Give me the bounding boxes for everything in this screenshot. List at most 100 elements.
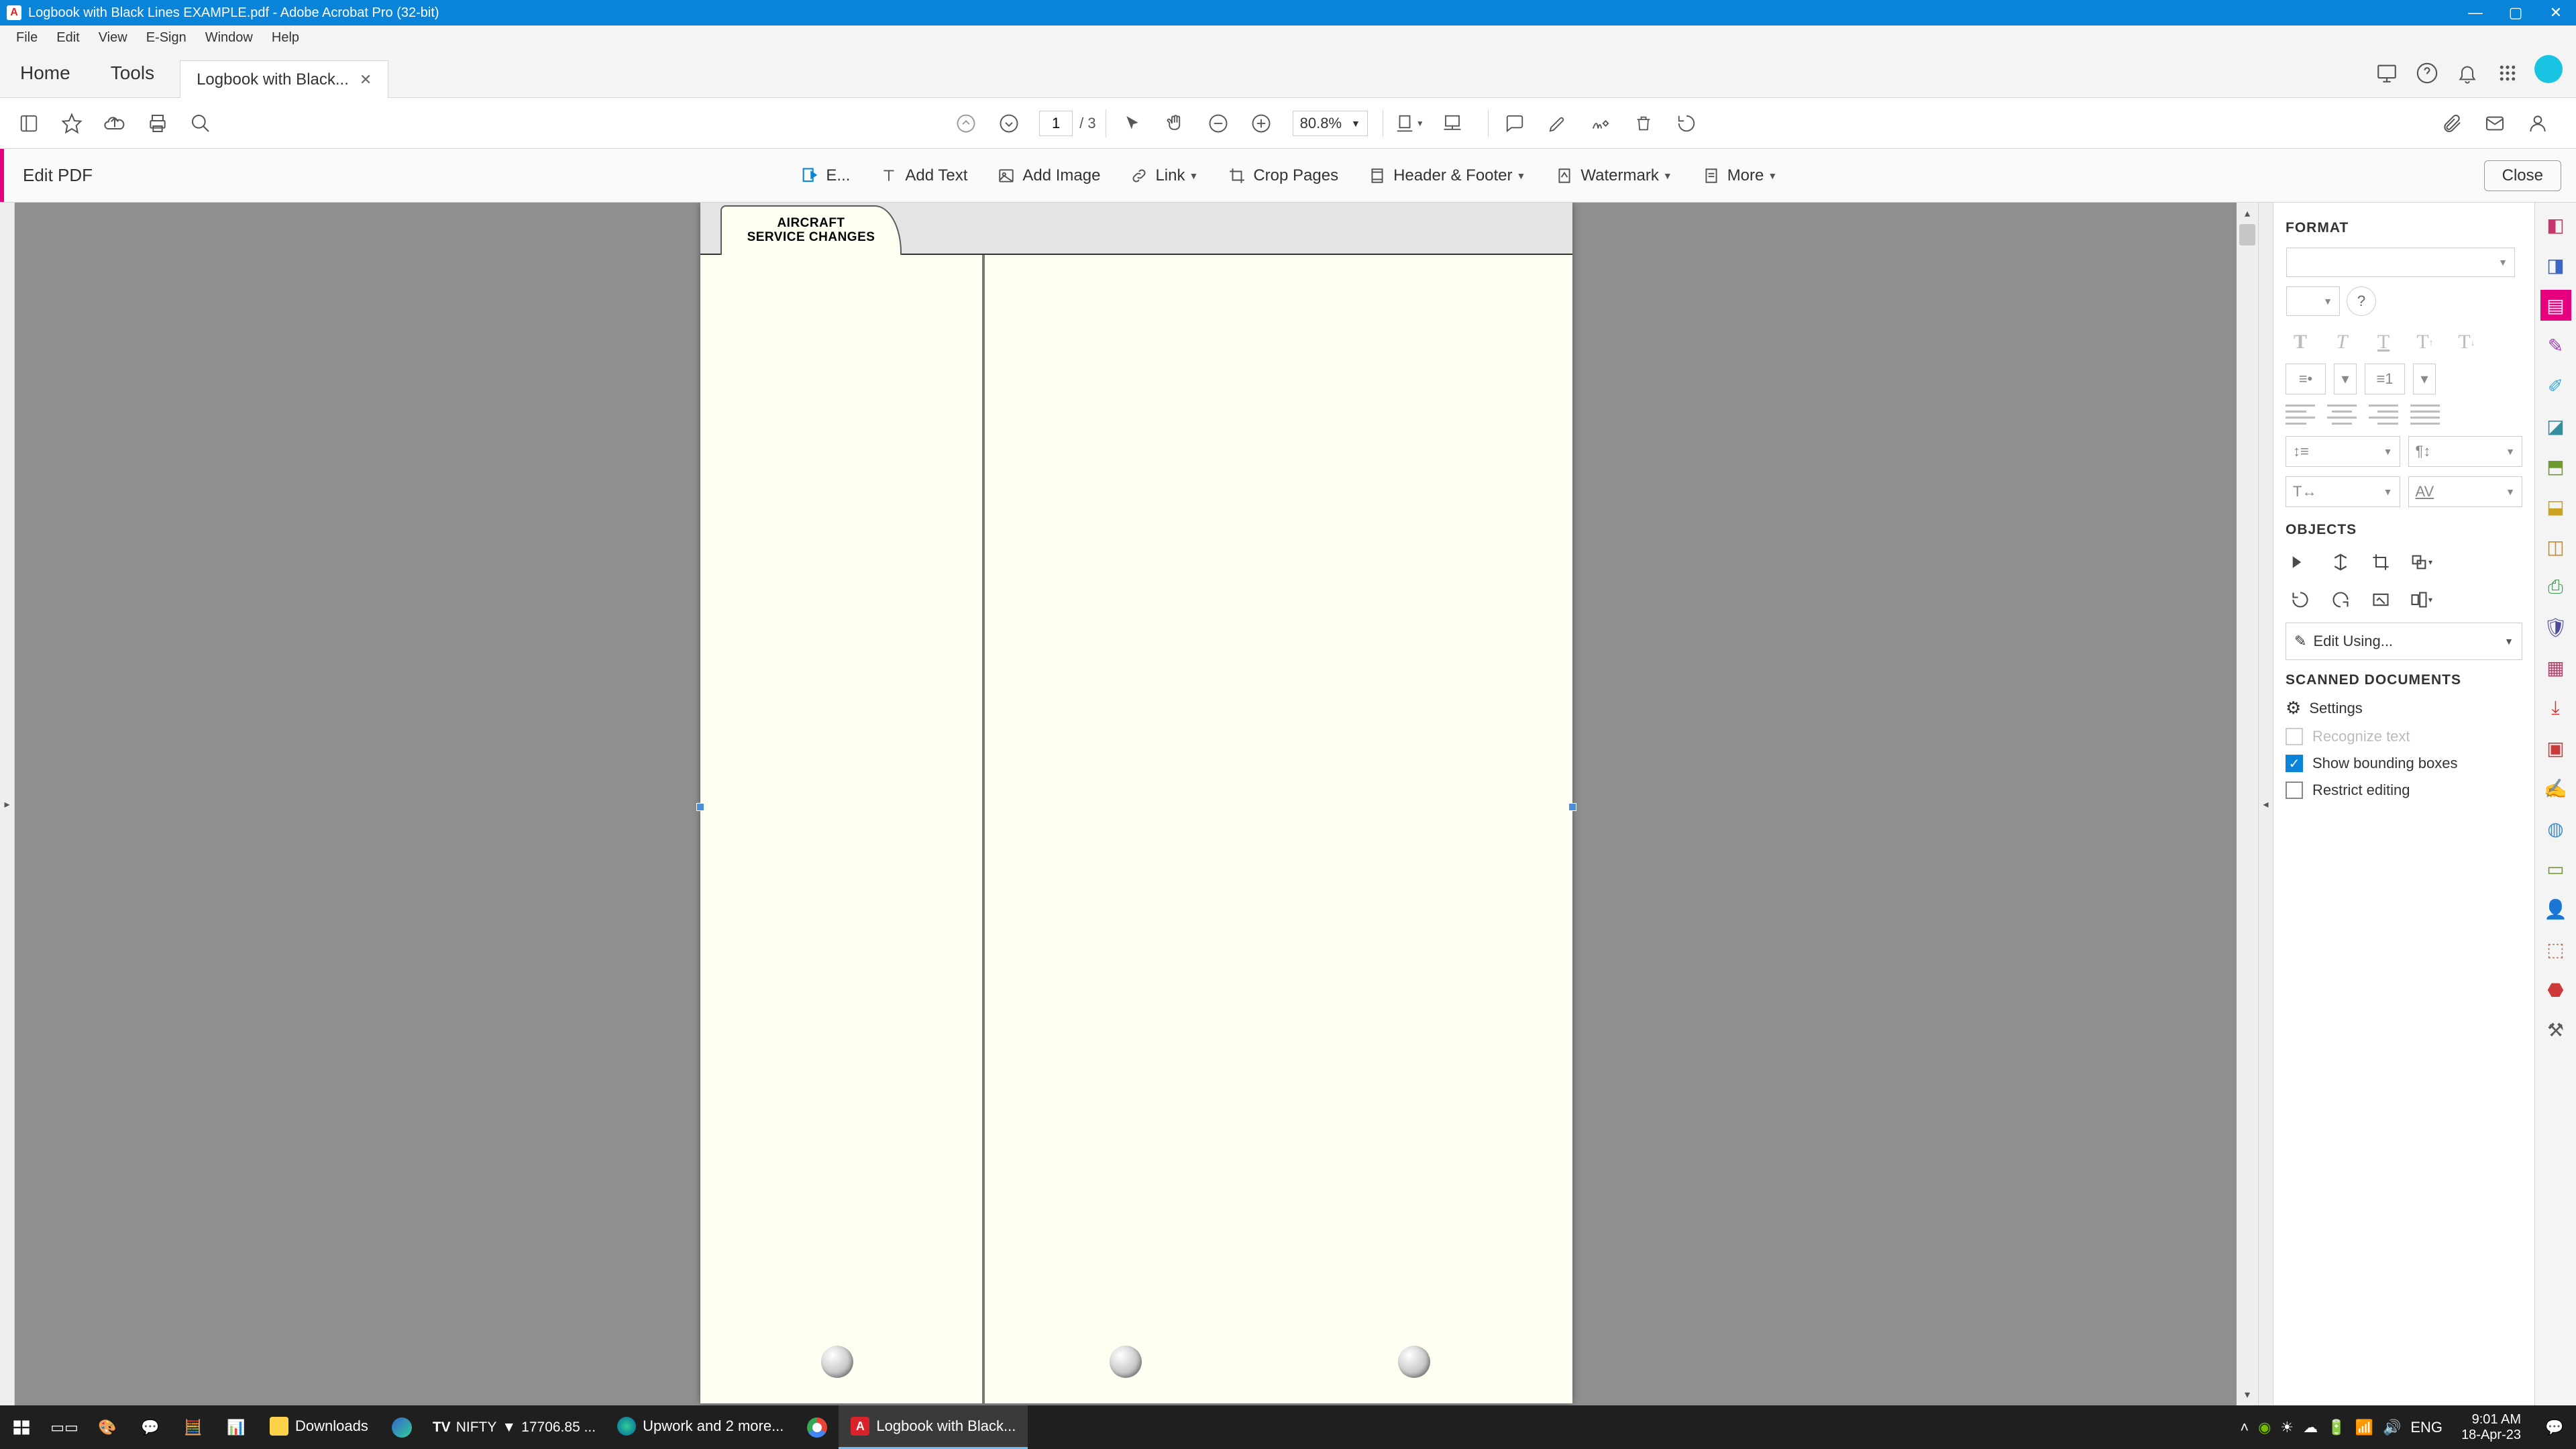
hand-icon[interactable]: [1159, 107, 1192, 140]
attach-icon[interactable]: [2435, 107, 2469, 140]
page-down-icon[interactable]: [992, 107, 1026, 140]
taskbar-app-3[interactable]: 🧮: [172, 1405, 215, 1449]
rotate-icon[interactable]: [1670, 107, 1703, 140]
taskbar-stock-widget[interactable]: TVNIFTY▼17706.85 ...: [423, 1419, 605, 1436]
bold-button[interactable]: T: [2286, 327, 2315, 357]
comment-icon[interactable]: [1498, 107, 1532, 140]
selection-handle-right[interactable]: [1568, 803, 1576, 811]
char-spacing-dropdown[interactable]: AV▼: [2408, 476, 2523, 507]
taskbar-app-4[interactable]: 📊: [215, 1405, 258, 1449]
menu-view[interactable]: View: [89, 25, 137, 50]
underline-button[interactable]: T: [2369, 327, 2398, 357]
rail-tool-19[interactable]: ⬚: [2540, 934, 2571, 965]
close-edit-button[interactable]: Close: [2484, 160, 2561, 191]
align-justify-button[interactable]: [2410, 402, 2440, 427]
vertical-scrollbar[interactable]: ▴ ▾: [2237, 203, 2258, 1405]
rail-tool-11[interactable]: 🛡: [2540, 612, 2571, 643]
page-display-icon[interactable]: [1436, 107, 1469, 140]
italic-button[interactable]: T: [2327, 327, 2357, 357]
rail-tool-12[interactable]: ▦: [2540, 652, 2571, 683]
add-text-button[interactable]: Add Text: [867, 158, 979, 193]
menu-esign[interactable]: E-Sign: [137, 25, 196, 50]
rail-tool-17[interactable]: ▭: [2540, 853, 2571, 884]
tray-volume-icon[interactable]: 🔊: [2383, 1419, 2401, 1436]
scroll-thumb[interactable]: [2239, 224, 2255, 246]
notifications-icon[interactable]: 💬: [2533, 1405, 2576, 1449]
close-window-button[interactable]: ✕: [2536, 0, 2576, 25]
mail-icon[interactable]: [2478, 107, 2512, 140]
align-objects-dropdown[interactable]: ▾: [2406, 585, 2436, 614]
menu-file[interactable]: File: [7, 25, 47, 50]
taskbar-upwork[interactable]: Upwork and 2 more...: [605, 1405, 796, 1449]
star-icon[interactable]: [55, 107, 89, 140]
tray-wifi-icon[interactable]: 📶: [2355, 1419, 2373, 1436]
taskbar-chrome-icon[interactable]: [796, 1405, 839, 1449]
subscript-button[interactable]: T↓: [2452, 327, 2481, 357]
watermark-button[interactable]: Watermark▼: [1543, 158, 1684, 193]
close-tab-icon[interactable]: ✕: [360, 71, 372, 89]
restrict-editing-checkbox[interactable]: Restrict editing: [2286, 782, 2522, 799]
rail-tool-21[interactable]: ⚒: [2540, 1014, 2571, 1045]
scroll-up-icon[interactable]: ▴: [2237, 203, 2258, 224]
scroll-down-icon[interactable]: ▾: [2237, 1384, 2258, 1405]
taskbar-app-2[interactable]: 💬: [129, 1405, 172, 1449]
system-tray[interactable]: ˄ ◉ ☀ ☁ 🔋 📶 🔊 ENG: [2233, 1419, 2449, 1436]
pdf-page[interactable]: AIRCRAFT SERVICE CHANGES: [700, 203, 1572, 1403]
horizontal-scale-dropdown[interactable]: T↔▼: [2286, 476, 2400, 507]
rail-tool-edit-pdf[interactable]: ▤: [2540, 290, 2571, 321]
rail-tool-16[interactable]: ◍: [2540, 813, 2571, 844]
rail-tool-1[interactable]: ◧: [2540, 209, 2571, 240]
align-right-button[interactable]: [2369, 402, 2398, 427]
trash-icon[interactable]: [1627, 107, 1660, 140]
bullet-list-dropdown[interactable]: ▾: [2334, 364, 2357, 394]
taskbar-clock[interactable]: 9:01 AM 18-Apr-23: [2449, 1412, 2533, 1443]
tray-language[interactable]: ENG: [2410, 1419, 2443, 1436]
sidebar-toggle-icon[interactable]: [12, 107, 46, 140]
upload-cloud-icon[interactable]: [98, 107, 131, 140]
header-footer-button[interactable]: Header & Footer▼: [1356, 158, 1538, 193]
rotate-ccw-button[interactable]: [2286, 585, 2315, 614]
minimize-button[interactable]: —: [2455, 0, 2496, 25]
tray-onedrive-icon[interactable]: ☁: [2303, 1419, 2318, 1436]
flip-vertical-button[interactable]: [2326, 547, 2355, 577]
search-icon[interactable]: [184, 107, 217, 140]
rail-tool-5[interactable]: ✐: [2540, 370, 2571, 401]
cursor-icon[interactable]: [1116, 107, 1149, 140]
font-family-dropdown[interactable]: ▼: [2286, 248, 2515, 277]
superscript-button[interactable]: T↑: [2410, 327, 2440, 357]
apps-grid-icon[interactable]: [2487, 49, 2528, 97]
maximize-button[interactable]: ▢: [2496, 0, 2536, 25]
rail-tool-4[interactable]: ✎: [2540, 330, 2571, 361]
crop-object-button[interactable]: [2366, 547, 2396, 577]
zoom-out-icon[interactable]: [1201, 107, 1235, 140]
number-list-button[interactable]: ≡1: [2365, 364, 2405, 394]
rail-tool-20[interactable]: ⬣: [2540, 974, 2571, 1005]
document-canvas[interactable]: AIRCRAFT SERVICE CHANGES ▴ ▾: [15, 203, 2258, 1405]
bounding-boxes-checkbox[interactable]: ✓Show bounding boxes: [2286, 755, 2522, 772]
replace-image-button[interactable]: [2366, 585, 2396, 614]
rail-tool-7[interactable]: ⬒: [2540, 451, 2571, 482]
tray-battery-icon[interactable]: 🔋: [2327, 1419, 2345, 1436]
rotate-cw-button[interactable]: [2326, 585, 2355, 614]
rail-tool-8[interactable]: ⬓: [2540, 491, 2571, 522]
sign-icon[interactable]: [1584, 107, 1617, 140]
tab-home[interactable]: Home: [0, 49, 91, 97]
tray-nvidia-icon[interactable]: ◉: [2258, 1419, 2271, 1436]
taskbar-app-1[interactable]: 🎨: [86, 1405, 129, 1449]
align-left-button[interactable]: [2286, 402, 2315, 427]
more-button[interactable]: More▼: [1690, 158, 1790, 193]
bullet-list-button[interactable]: ≡•: [2286, 364, 2326, 394]
zoom-level-dropdown[interactable]: 80.8%▼: [1293, 111, 1368, 136]
document-tab[interactable]: Logbook with Black... ✕: [180, 60, 388, 98]
share-user-icon[interactable]: [2521, 107, 2555, 140]
rail-tool-10[interactable]: ⎙: [2540, 572, 2571, 602]
settings-button[interactable]: ⚙Settings: [2286, 698, 2522, 718]
print-icon[interactable]: [141, 107, 174, 140]
start-button[interactable]: [0, 1405, 43, 1449]
arrange-dropdown[interactable]: ▾: [2406, 547, 2436, 577]
link-button[interactable]: Link▼: [1118, 158, 1210, 193]
format-help-icon[interactable]: ?: [2347, 286, 2376, 316]
page-up-icon[interactable]: [949, 107, 983, 140]
add-image-button[interactable]: Add Image: [985, 158, 1112, 193]
edit-tool-button[interactable]: E...: [788, 158, 862, 193]
